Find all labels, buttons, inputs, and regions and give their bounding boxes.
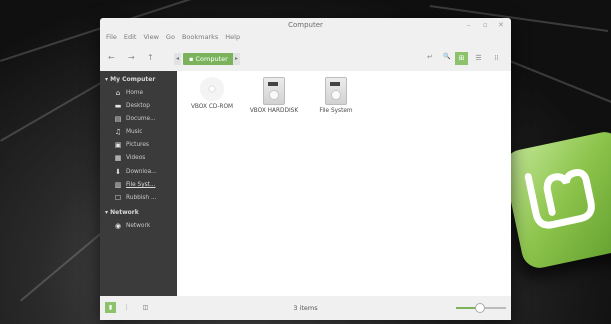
filesystem-icon: ▥: [114, 181, 122, 189]
status-bar: ▮ ⋮ ◫ 3 items: [100, 296, 511, 320]
sidebar-item-pictures[interactable]: ▣ Pictures: [114, 140, 149, 150]
mint-logo: [500, 128, 611, 272]
minimize-button[interactable]: –: [467, 21, 471, 29]
videos-icon: ▦: [114, 154, 122, 162]
pictures-icon: ▣: [114, 141, 122, 149]
network-icon: ◉: [114, 222, 122, 230]
sidebar-item-videos[interactable]: ▦ Videos: [114, 153, 146, 163]
sidebar-item-file-system[interactable]: ▥ File Syst...: [114, 180, 156, 190]
compact-view-button[interactable]: ⁞⁞: [490, 52, 503, 65]
sidebar-item-documents[interactable]: ▤ Docume...: [114, 114, 156, 124]
sidebar-section-network[interactable]: ▾ Network: [105, 209, 139, 216]
sidebar-section-my-computer[interactable]: ▾ My Computer: [105, 76, 155, 83]
menu-view[interactable]: View: [143, 33, 158, 45]
zoom-slider-handle[interactable]: [474, 303, 485, 313]
menu-edit[interactable]: Edit: [124, 33, 137, 45]
terminal-icon[interactable]: ↵: [427, 53, 433, 61]
search-icon[interactable]: 🔍: [443, 53, 450, 60]
wallpaper-stripe: [509, 60, 611, 107]
desktop-icon: ▬: [114, 102, 122, 110]
breadcrumb-label: Computer: [195, 55, 228, 63]
up-icon[interactable]: ↑: [147, 53, 154, 62]
sidebar-item-network[interactable]: ◉ Network: [114, 221, 150, 231]
file-item-cdrom[interactable]: VBOX CD-ROM: [177, 77, 247, 110]
menu-file[interactable]: File: [106, 33, 117, 45]
close-button[interactable]: ✕: [498, 21, 504, 29]
list-view-button[interactable]: ☰: [472, 52, 485, 65]
mint-logo-mark: [524, 169, 595, 229]
file-item-harddisk[interactable]: VBOX HARDDISK: [239, 77, 309, 114]
forward-icon[interactable]: →: [128, 53, 135, 62]
file-item-file-system[interactable]: File System: [301, 77, 371, 114]
sidebar: ▾ My Computer ⌂ Home ▬ Desktop ▤ Docume... …: [100, 71, 177, 296]
back-icon[interactable]: ←: [108, 53, 115, 62]
menu-bookmarks[interactable]: Bookmarks: [182, 33, 218, 45]
file-view[interactable]: VBOX CD-ROM VBOX HARDDISK File System: [177, 71, 511, 296]
sidebar-item-desktop[interactable]: ▬ Desktop: [114, 101, 150, 111]
home-icon: ⌂: [115, 89, 121, 97]
cd-drive-icon: [200, 77, 224, 101]
icon-view-button[interactable]: ⊞: [455, 52, 468, 65]
file-manager-window: Computer – ▫ ✕ File Edit View Go Bookmar…: [100, 18, 511, 320]
trash-icon: ☐: [114, 194, 122, 202]
sidebar-item-downloads[interactable]: ⬇ Downloa...: [114, 167, 157, 177]
sidebar-item-home[interactable]: ⌂ Home: [114, 88, 143, 98]
zoom-slider[interactable]: [456, 303, 506, 313]
breadcrumb-computer[interactable]: ▪ Computer: [183, 53, 234, 65]
toolbar: ← → ↑ ◂ ▪ Computer ▸ ↵ 🔍 ⊞ ☰ ⁞⁞: [100, 47, 511, 71]
documents-icon: ▤: [114, 115, 122, 123]
titlebar[interactable]: Computer – ▫ ✕: [100, 18, 511, 34]
status-text: 3 items: [293, 304, 318, 312]
music-icon: ♫: [114, 128, 122, 136]
downloads-icon: ⬇: [115, 168, 121, 176]
sidebar-item-trash[interactable]: ☐ Rubbish ...: [114, 193, 157, 203]
hard-disk-icon: [325, 77, 347, 105]
menu-go[interactable]: Go: [166, 33, 175, 45]
hard-disk-icon: [263, 77, 285, 105]
menu-help[interactable]: Help: [225, 33, 240, 45]
menubar: File Edit View Go Bookmarks Help: [106, 33, 240, 45]
window-title: Computer: [288, 21, 323, 29]
maximize-button[interactable]: ▫: [483, 21, 488, 29]
breadcrumb-next-button[interactable]: ▸: [233, 53, 240, 65]
breadcrumb-toggle-button[interactable]: ◂: [174, 53, 181, 65]
sidebar-item-music[interactable]: ♫ Music: [114, 127, 143, 137]
